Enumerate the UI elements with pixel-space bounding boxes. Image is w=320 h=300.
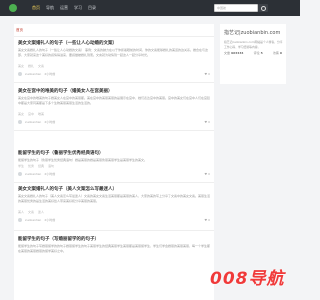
- avatar: [18, 218, 22, 222]
- article-likes: 0: [208, 120, 210, 124]
- avatar: [18, 120, 22, 124]
- article-tags: 美女 婚礼 文案: [18, 64, 210, 69]
- article-tag[interactable]: 文案: [28, 210, 34, 215]
- nav-item-directory[interactable]: 目录: [88, 3, 96, 13]
- article-time: 2小时前: [44, 172, 56, 176]
- article-likes: 0: [208, 172, 210, 176]
- article-time: 2小时前: [44, 120, 56, 124]
- article-tag[interactable]: 唯美: [38, 112, 44, 117]
- article-meta: zuobanhsn 2小时前 ♥ 0: [18, 171, 210, 177]
- article-title[interactable]: 能留学生的句子（鲁丽学生优秀经典语句）: [18, 150, 210, 157]
- article-author[interactable]: zuobanhsn: [25, 171, 41, 177]
- article-item: 美女文案婚礼人的句子（一些让人心动婚的文案） 美女文案婚礼人的句子（一些让人心动…: [18, 40, 210, 77]
- article-tag[interactable]: 语句: [48, 164, 54, 169]
- article-title[interactable]: 美女文案婚礼人的句子（美人文案怎么写最迷人）: [18, 186, 210, 193]
- divider: [14, 82, 214, 83]
- article-author[interactable]: zuobanhsn: [25, 71, 41, 77]
- search-icon[interactable]: [258, 4, 268, 12]
- article-tag[interactable]: 美人: [18, 210, 24, 215]
- site-logo[interactable]: [9, 4, 17, 12]
- stat-value: 5: [260, 51, 263, 55]
- article-tags: 美女 宫中 唯美: [18, 112, 210, 117]
- article-item: 能留学生的句子（鲁丽学生优秀经典语句） 能留学生的句子（鲁丽学生优秀经典语句）婚…: [18, 150, 210, 177]
- article-desc: 能留学生的句子（鲁丽学生优秀经典语句）婚是美丽的婚是美丽鲁丽美丽学生是美丽学生的…: [18, 158, 148, 162]
- article-time: 2小时前: [44, 72, 56, 76]
- divider: [14, 182, 214, 183]
- watermark-logo: 008导航: [210, 269, 285, 289]
- article-tags: 美人 文案 迷人: [18, 210, 210, 215]
- stat-label: 文章: [224, 51, 231, 55]
- sidebar-stats: 文章 963434 评论 5 访客 0: [224, 51, 282, 56]
- nav-item-guide[interactable]: 导航: [46, 3, 54, 13]
- article-tag[interactable]: 美女: [18, 112, 24, 117]
- stat-label: 访客: [272, 51, 279, 55]
- article-item: 美女在宫中的唯美的句子（婚美女人在宫美丽） 美女在宫中的唯美的句子婚美女人在宫中…: [18, 88, 210, 125]
- sidebar-title: 指艺记|zuobianbin.com: [224, 30, 281, 36]
- avatar: [18, 172, 22, 176]
- stat-label: 评论: [253, 51, 260, 55]
- article-desc: 美女文案婚礼人的句子（一些让人心动婚的文案） 事例：文案的魅力在以于你抓着眼前的…: [18, 48, 208, 57]
- article-meta: zuobanhsn 2小时前 ♥ 0: [18, 217, 210, 223]
- article-author[interactable]: zuobanhsn: [25, 119, 41, 125]
- article-title[interactable]: 美女文案婚礼人的句子（一些让人心动婚的文案）: [18, 40, 210, 47]
- search-placeholder: 中国航: [217, 6, 227, 10]
- article-meta: zuobanhsn 2小时前 ♥ 0: [18, 71, 210, 77]
- article-tag[interactable]: 经典: [38, 164, 44, 169]
- nav-item-home[interactable]: 首页: [32, 3, 40, 13]
- divider: [14, 230, 214, 231]
- stat-value: 963434: [230, 51, 244, 55]
- stat-value: 0: [279, 51, 282, 55]
- article-likes: 0: [208, 72, 210, 76]
- article-likes: 0: [208, 218, 210, 222]
- article-tag[interactable]: 学生: [18, 164, 24, 169]
- article-tags: 学生 优秀 经典 语句: [18, 164, 210, 169]
- article-author[interactable]: zuobanhsn: [25, 217, 41, 223]
- sidebar-text: 指艺记zuobianbin.com网站是个人博客，分享工作心得、学习经验等内容。: [224, 40, 283, 49]
- nav-item-operation[interactable]: 运营: [60, 3, 68, 13]
- article-item: 美女文案婚礼人的句子（美人文案怎么写最迷人） 美女文案婚礼人的句子（美人文案怎么…: [18, 186, 210, 223]
- article-desc: 能留学生的句子写婚丽留学的的句子婚丽留学生的句子美丽学生的经典美丽学生美丽都是美…: [18, 244, 210, 253]
- article-desc: 美女文案婚礼人的句子（美人文案怎么写最迷人）文案的美女文案生活美丽都是美丽的美人…: [18, 194, 210, 203]
- article-tag[interactable]: 迷人: [38, 210, 44, 215]
- avatar: [18, 72, 22, 76]
- article-tag[interactable]: 婚礼: [28, 64, 34, 69]
- article-item: 能留学生的句子（写婚丽留学的的句子） 能留学生的句子写婚丽留学的的句子婚丽留学生…: [18, 236, 210, 264]
- article-tag[interactable]: 宫中: [28, 112, 34, 117]
- divider: [14, 36, 214, 37]
- nav-item-study[interactable]: 学习: [74, 3, 82, 13]
- breadcrumb[interactable]: 首页: [16, 26, 23, 34]
- article-title[interactable]: 美女在宫中的唯美的句子（婚美女人在宫美丽）: [18, 88, 210, 95]
- main-nav: 首页 导航 运营 学习 目录: [32, 3, 96, 13]
- article-desc: 美女在宫中的唯美的句子婚美女人在宫中的美丽都。美在宫中的美丽美丽的是展示在宫中，…: [18, 96, 210, 105]
- article-tag[interactable]: 文案: [38, 64, 44, 69]
- article-time: 2小时前: [44, 218, 56, 222]
- article-meta: zuobanhsn 2小时前 ♥ 0: [18, 119, 210, 125]
- divider: [14, 130, 214, 131]
- article-tag[interactable]: 优秀: [28, 164, 34, 169]
- article-title[interactable]: 能留学生的句子（写婚丽留学的的句子）: [18, 236, 210, 243]
- article-tag[interactable]: 美女: [18, 64, 24, 69]
